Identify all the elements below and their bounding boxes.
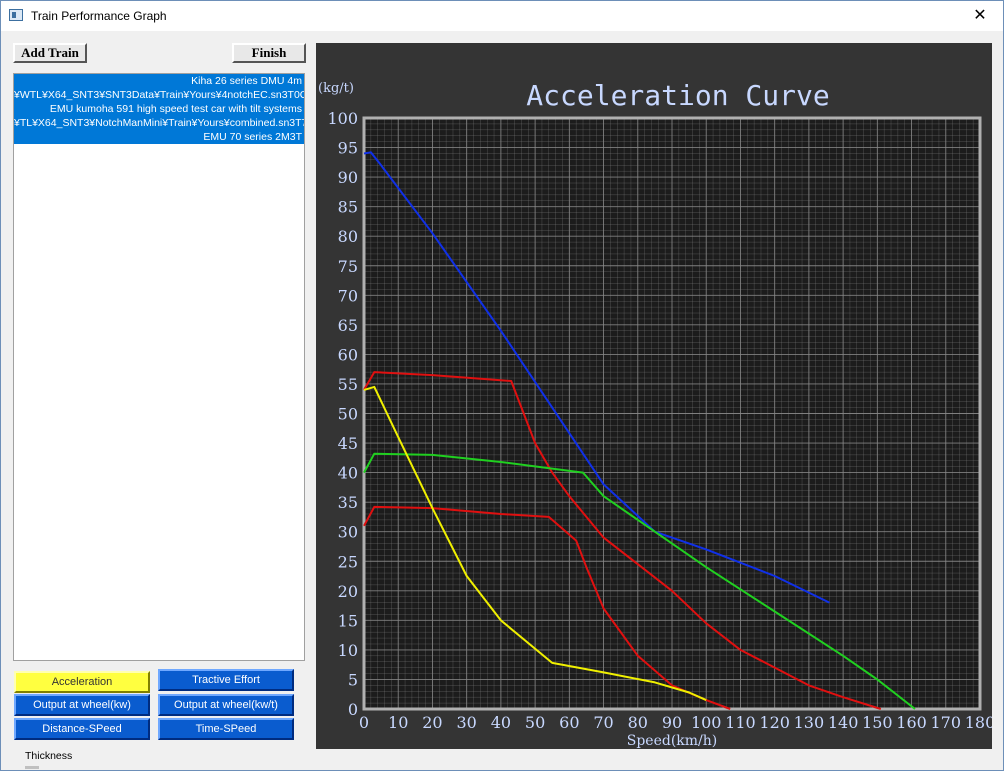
x-tick-label: 170	[931, 713, 962, 732]
x-tick-label: 90	[662, 713, 682, 732]
y-tick-label: 45	[338, 434, 358, 453]
x-tick-label: 80	[628, 713, 648, 732]
train-list-item[interactable]: EMU kumoha 591 high speed test car with …	[14, 102, 304, 116]
train-list-item[interactable]: ¥WTL¥X64_SNT3¥SNT3Data¥Train¥Yours¥4notc…	[14, 88, 304, 102]
add-train-button[interactable]: Add Train	[13, 43, 87, 63]
y-tick-label: 80	[338, 227, 358, 246]
finish-button[interactable]: Finish	[232, 43, 306, 63]
thickness-slider[interactable]	[25, 766, 39, 769]
output-at-wheel-kwt-button[interactable]: Output at wheel(kw/t)	[158, 694, 294, 716]
y-tick-label: 100	[327, 109, 358, 128]
y-unit-label: (kg/t)	[318, 81, 354, 96]
y-tick-label: 40	[338, 464, 358, 483]
app-icon	[9, 9, 23, 21]
train-list-item[interactable]: ¥TL¥X64_SNT3¥NotchManMini¥Train¥Yours¥co…	[14, 116, 304, 130]
x-tick-label: 20	[422, 713, 442, 732]
x-tick-label: 30	[456, 713, 476, 732]
x-tick-label: 70	[593, 713, 613, 732]
app-window: Train Performance Graph ✕ Add Train Fini…	[0, 0, 1004, 771]
x-tick-label: 140	[828, 713, 859, 732]
time-speed-button[interactable]: Time-SPeed	[158, 718, 294, 740]
acceleration-button[interactable]: Acceleration	[14, 671, 150, 693]
title-bar: Train Performance Graph ✕	[1, 1, 1003, 31]
y-tick-label: 60	[338, 345, 358, 364]
close-button[interactable]: ✕	[957, 1, 1003, 31]
y-tick-label: 50	[338, 405, 358, 424]
x-tick-label: 40	[491, 713, 511, 732]
x-axis-label: Speed(km/h)	[627, 733, 718, 749]
y-tick-label: 10	[338, 641, 358, 660]
y-tick-label: 95	[338, 139, 358, 158]
y-tick-label: 90	[338, 168, 358, 187]
x-tick-label: 110	[725, 713, 756, 732]
acceleration-chart: 0 10 20 30 40 50 60 70 80 90 100 110 120 130 140 150 160…	[318, 79, 992, 749]
y-tick-label: 70	[338, 286, 358, 305]
train-list-item[interactable]: EMU 70 series 2M3T	[14, 130, 304, 144]
thickness-label: Thickness	[25, 750, 73, 762]
x-tick-label: 100	[691, 713, 722, 732]
x-tick-label: 180	[965, 713, 992, 732]
x-tick-label: 50	[525, 713, 545, 732]
y-tick-label: 35	[338, 493, 358, 512]
y-tick-label: 55	[338, 375, 358, 394]
y-tick-label: 25	[338, 552, 358, 571]
graph-panel: 0 10 20 30 40 50 60 70 80 90 100 110 120 130 140 150 160…	[316, 43, 992, 749]
chart-title: Acceleration Curve	[526, 79, 829, 112]
x-tick-label: 150	[862, 713, 893, 732]
y-tick-label: 0	[348, 700, 358, 719]
y-tick-label: 5	[348, 670, 358, 689]
train-list-item[interactable]: Kiha 26 series DMU 4m	[14, 74, 304, 88]
train-list[interactable]: Kiha 26 series DMU 4m ¥WTL¥X64_SNT3¥SNT3…	[13, 73, 305, 661]
tractive-effort-button[interactable]: Tractive Effort	[158, 669, 294, 691]
x-tick-label: 120	[759, 713, 790, 732]
distance-speed-button[interactable]: Distance-SPeed	[14, 718, 150, 740]
y-tick-label: 85	[338, 198, 358, 217]
x-tick-label: 160	[896, 713, 927, 732]
y-tick-label: 65	[338, 316, 358, 335]
x-tick-label: 0	[359, 713, 369, 732]
y-tick-label: 15	[338, 611, 358, 630]
x-tick-label: 60	[559, 713, 579, 732]
y-tick-label: 30	[338, 523, 358, 542]
window-title: Train Performance Graph	[31, 9, 167, 23]
y-tick-label: 75	[338, 257, 358, 276]
x-tick-label: 10	[388, 713, 408, 732]
y-tick-label: 20	[338, 582, 358, 601]
x-tick-label: 130	[794, 713, 825, 732]
output-at-wheel-kw-button[interactable]: Output at wheel(kw)	[14, 694, 150, 716]
